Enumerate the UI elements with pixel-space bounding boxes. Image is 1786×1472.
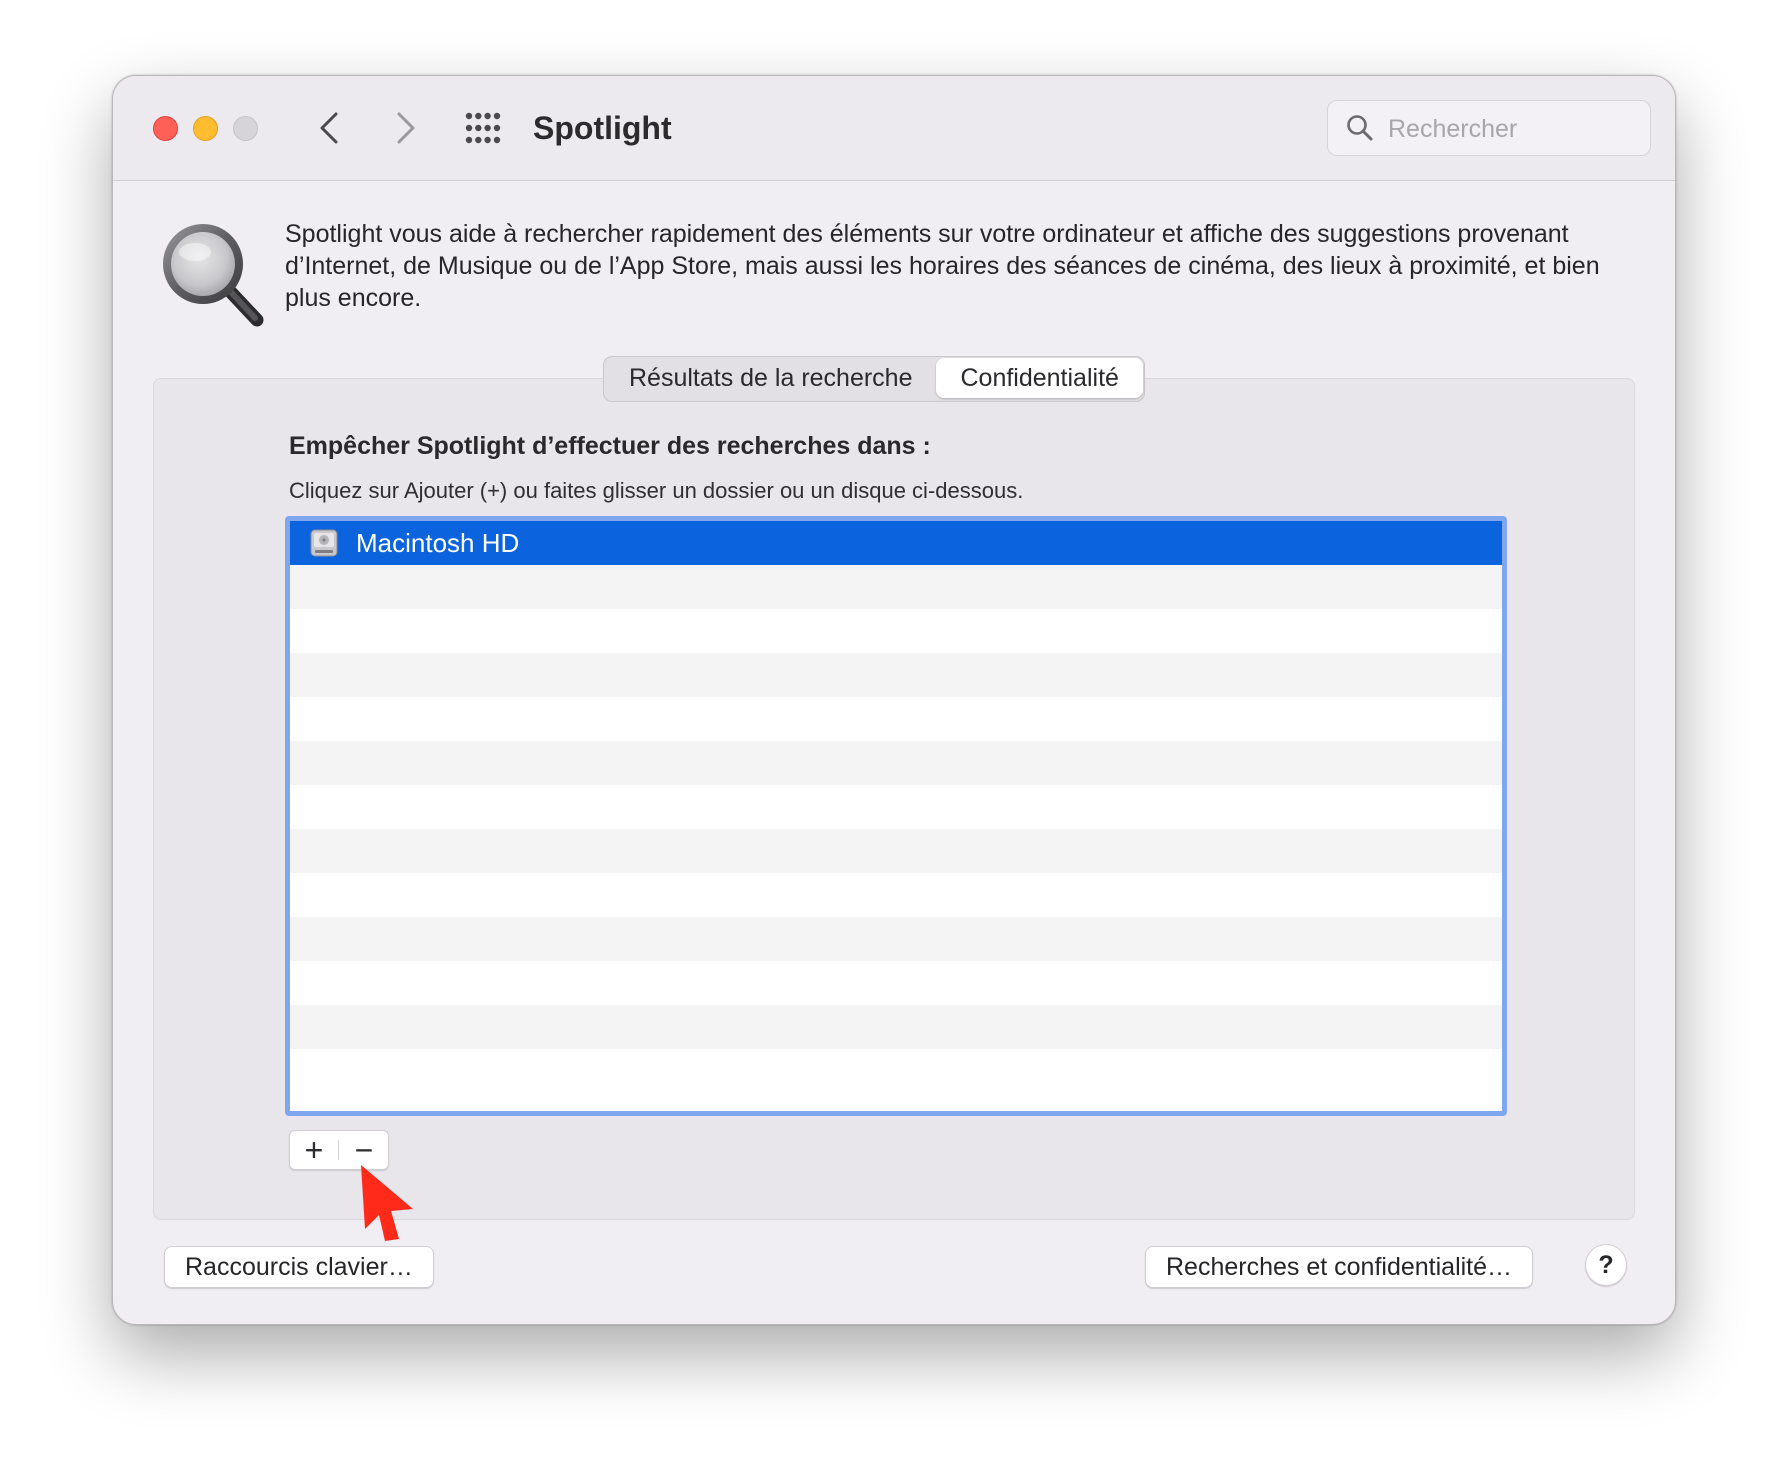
segment-divider: [338, 1140, 339, 1160]
list-row-empty: [290, 653, 1502, 697]
list-row-empty: [290, 697, 1502, 741]
chevron-left-icon: [320, 112, 338, 144]
help-button[interactable]: ?: [1585, 1244, 1627, 1286]
hard-drive-icon: [310, 529, 338, 557]
list-row-empty: [290, 829, 1502, 873]
list-item[interactable]: Macintosh HD: [290, 521, 1502, 565]
show-all-button[interactable]: [463, 108, 503, 148]
list-row-empty: [290, 873, 1502, 917]
search-field[interactable]: [1327, 100, 1651, 156]
list-row-empty: [290, 609, 1502, 653]
chevron-right-icon: [397, 112, 415, 144]
list-row-empty: [290, 961, 1502, 1005]
privacy-section-title: Empêcher Spotlight d’effectuer des reche…: [289, 432, 931, 460]
minimize-button[interactable]: [193, 116, 218, 141]
tab-search-results[interactable]: Résultats de la recherche: [605, 358, 936, 398]
tab-bar: Résultats de la recherche Confidentialit…: [603, 356, 1145, 402]
add-button[interactable]: +: [290, 1131, 338, 1169]
privacy-instructions: Cliquez sur Ajouter (+) ou faites glisse…: [289, 478, 1024, 503]
list-row-empty: [290, 1049, 1502, 1093]
zoom-button[interactable]: [233, 116, 258, 141]
grid-icon: [465, 112, 501, 144]
titlebar: Spotlight: [113, 76, 1675, 181]
search-privacy-button[interactable]: Recherches et confidentialité…: [1145, 1246, 1534, 1288]
window-title: Spotlight: [533, 110, 672, 146]
list-row-empty: [290, 785, 1502, 829]
keyboard-shortcuts-button[interactable]: Raccourcis clavier…: [164, 1246, 434, 1288]
list-row-empty: [290, 565, 1502, 609]
spotlight-description: Spotlight vous aide à rechercher rapidem…: [285, 220, 1600, 312]
list-row-empty: [290, 741, 1502, 785]
red-arrow-pointer-icon: [361, 1165, 413, 1241]
excluded-locations-list[interactable]: Macintosh HD: [285, 516, 1507, 1116]
list-item-label: Macintosh HD: [356, 528, 520, 558]
search-input[interactable]: [1386, 109, 1640, 149]
system-preferences-window: Spotlight Spotlight v: [112, 75, 1676, 1325]
back-button[interactable]: [308, 106, 352, 150]
list-row-empty: [290, 917, 1502, 961]
close-button[interactable]: [153, 116, 178, 141]
list-row-empty: [290, 1005, 1502, 1049]
tab-privacy[interactable]: Confidentialité: [936, 358, 1143, 398]
search-icon: [1347, 115, 1373, 141]
forward-button[interactable]: [383, 106, 427, 150]
spotlight-magnifier-icon: [163, 224, 264, 327]
